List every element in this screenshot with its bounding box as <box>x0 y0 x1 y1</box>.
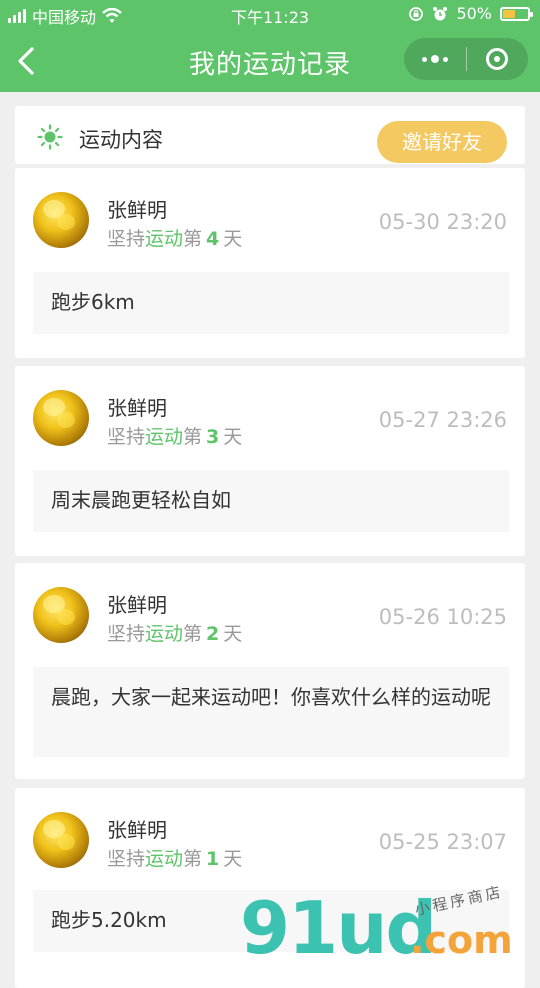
status-bar: 中国移动 下午11:23 50% <box>0 0 540 30</box>
rotation-lock-icon <box>409 6 424 21</box>
record-card: 张鲜明 坚持运动第 2 天 05-26 10:25 晨跑，大家一起来运动吧！你喜欢什… <box>15 563 525 779</box>
avatar <box>33 192 89 248</box>
section-label: 运动内容 <box>79 128 163 152</box>
streak-prefix: 坚持 <box>107 848 146 870</box>
record-time: 05-26 10:25 <box>378 605 507 629</box>
record-content: 跑步6km <box>33 272 509 334</box>
avatar <box>33 812 89 868</box>
streak-highlight: 运动 <box>145 426 184 448</box>
streak-mid: 第 <box>183 228 203 250</box>
streak-highlight: 运动 <box>145 848 184 870</box>
streak-mid: 第 <box>183 426 203 448</box>
streak-prefix: 坚持 <box>107 228 146 250</box>
streak-text: 坚持运动第 1 天 <box>107 844 242 871</box>
streak-text: 坚持运动第 2 天 <box>107 619 242 646</box>
miniprogram-capsule <box>404 38 528 80</box>
content-header: 运动内容 邀请好友 <box>15 106 525 164</box>
watermark-brand: 91ud <box>240 886 435 960</box>
record-card: 张鲜明 坚持运动第 4 天 05-30 23:20 跑步6km <box>15 168 525 358</box>
more-dots-icon <box>421 55 448 63</box>
user-name: 张鲜明 <box>107 818 167 842</box>
streak-text: 坚持运动第 3 天 <box>107 422 242 449</box>
watermark-logo: 91ud .com 小程序商店 <box>240 885 513 960</box>
close-miniprogram-button[interactable] <box>466 38 528 80</box>
streak-suffix: 天 <box>223 426 243 448</box>
sun-icon <box>37 124 63 150</box>
streak-days: 4 <box>206 228 220 250</box>
avatar <box>33 390 89 446</box>
streak-highlight: 运动 <box>145 228 184 250</box>
record-time: 05-27 23:26 <box>378 408 507 432</box>
battery-icon <box>500 6 533 21</box>
streak-mid: 第 <box>183 848 203 870</box>
record-content: 晨跑，大家一起来运动吧！你喜欢什么样的运动呢 <box>33 667 509 757</box>
user-name: 张鲜明 <box>107 198 167 222</box>
streak-highlight: 运动 <box>145 623 184 645</box>
alarm-icon <box>433 6 448 20</box>
streak-days: 1 <box>206 848 220 870</box>
streak-prefix: 坚持 <box>107 623 146 645</box>
watermark-domain: .com <box>410 918 513 960</box>
streak-suffix: 天 <box>223 848 243 870</box>
user-name: 张鲜明 <box>107 593 167 617</box>
streak-days: 3 <box>206 426 220 448</box>
record-card: 张鲜明 坚持运动第 3 天 05-27 23:26 周末晨跑更轻松自如 <box>15 366 525 556</box>
invite-friends-button[interactable]: 邀请好友 <box>377 121 507 163</box>
record-content: 周末晨跑更轻松自如 <box>33 470 509 532</box>
streak-text: 坚持运动第 4 天 <box>107 224 242 251</box>
record-time: 05-25 23:07 <box>378 830 507 854</box>
user-name: 张鲜明 <box>107 396 167 420</box>
streak-prefix: 坚持 <box>107 426 146 448</box>
record-time: 05-30 23:20 <box>378 210 507 234</box>
more-button[interactable] <box>404 38 466 80</box>
streak-days: 2 <box>206 623 220 645</box>
streak-mid: 第 <box>183 623 203 645</box>
streak-suffix: 天 <box>223 228 243 250</box>
target-icon <box>486 48 509 70</box>
navigation-bar: 我的运动记录 <box>0 30 540 92</box>
avatar <box>33 587 89 643</box>
battery-percent: 50% <box>456 4 492 23</box>
streak-suffix: 天 <box>223 623 243 645</box>
